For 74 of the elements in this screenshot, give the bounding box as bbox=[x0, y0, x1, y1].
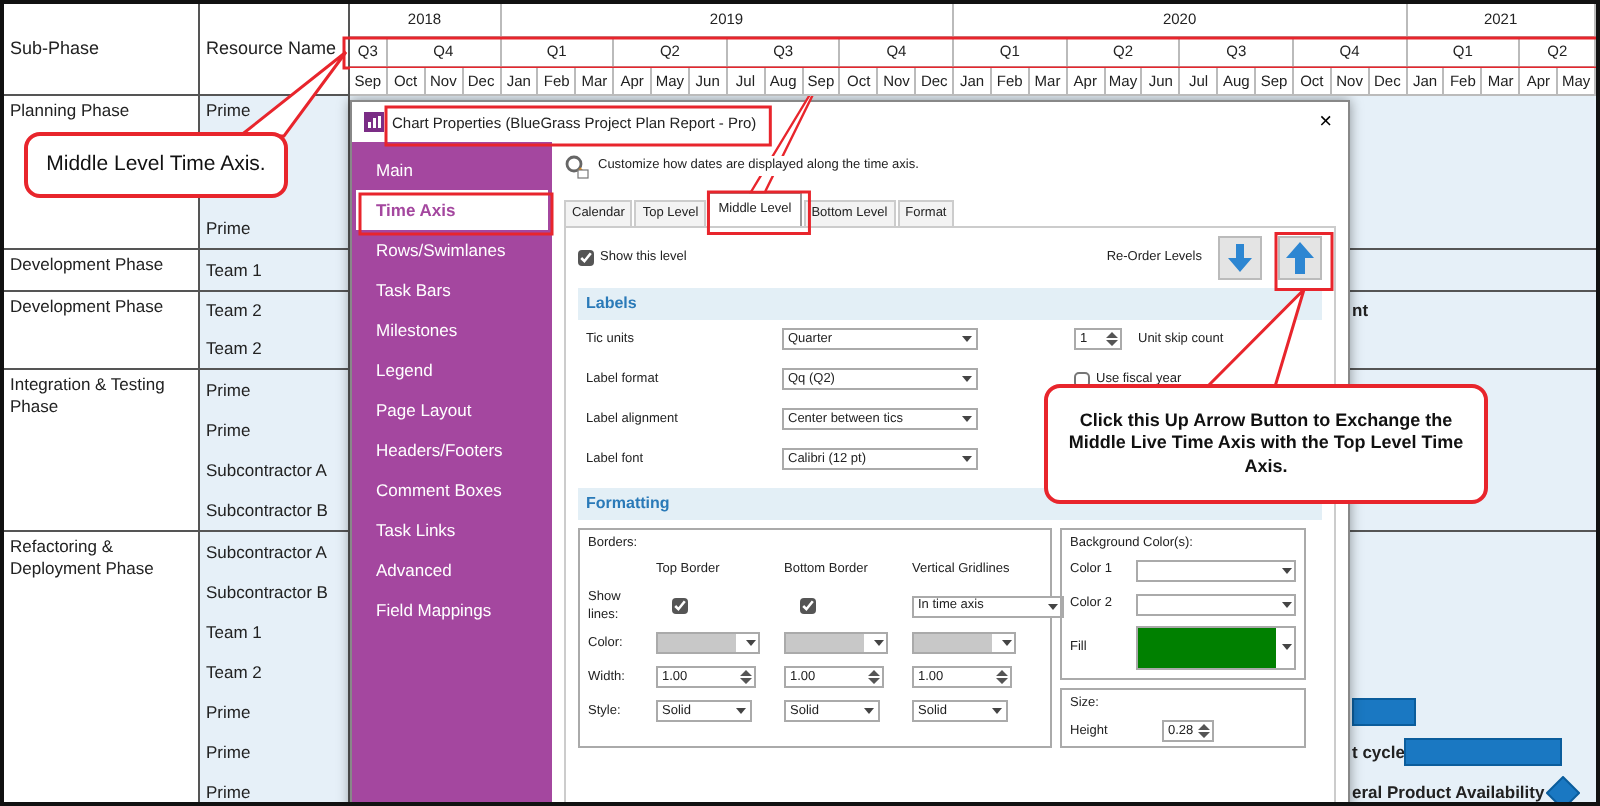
color-dropdown[interactable] bbox=[656, 632, 760, 654]
milestone-diamond-icon bbox=[1546, 775, 1581, 802]
spinner-arrows-icon bbox=[1198, 722, 1210, 741]
spinner-arrows-icon bbox=[740, 668, 752, 686]
caret-icon bbox=[992, 708, 1002, 714]
resource-name: Prime bbox=[206, 377, 251, 403]
sidebar-item[interactable]: Legend bbox=[356, 350, 548, 390]
close-button[interactable]: × bbox=[1315, 111, 1336, 133]
caret-icon bbox=[1048, 603, 1058, 610]
sidebar-item[interactable]: Page Layout bbox=[356, 390, 548, 430]
sidebar-item[interactable]: Advanced bbox=[356, 550, 548, 590]
resource-name: Prime bbox=[206, 699, 251, 725]
resource-name: Team 2 bbox=[206, 298, 262, 324]
color-dropdown[interactable] bbox=[784, 632, 888, 654]
sidebar-item[interactable]: Main bbox=[356, 150, 548, 190]
color-dropdown[interactable] bbox=[1136, 593, 1296, 615]
color-dropdown[interactable] bbox=[912, 632, 1016, 654]
move-up-button[interactable] bbox=[1278, 235, 1322, 280]
section-header: Labels bbox=[578, 287, 1322, 320]
task-bar bbox=[1352, 698, 1416, 726]
spinner-arrows-icon bbox=[996, 668, 1008, 686]
caret-icon bbox=[736, 708, 746, 714]
caret-icon bbox=[874, 640, 884, 646]
caret-icon bbox=[962, 416, 972, 423]
caret-icon bbox=[1282, 644, 1292, 650]
resource-name: Prime bbox=[206, 779, 251, 802]
column-header: Sub-Phase bbox=[4, 4, 200, 96]
sidebar-item[interactable]: Rows/Swimlanes bbox=[356, 230, 548, 270]
sidebar-item[interactable]: Field Mappings bbox=[356, 590, 548, 630]
task-label: eral Product Availability bbox=[1352, 779, 1545, 802]
sidebar-item[interactable]: Comment Boxes bbox=[356, 470, 548, 510]
task-label: nt bbox=[1352, 298, 1369, 324]
sidebar-item[interactable]: Task Links bbox=[356, 510, 548, 550]
caret-icon bbox=[746, 640, 756, 646]
color-dropdown[interactable] bbox=[1136, 559, 1296, 581]
highlight-frame bbox=[1274, 232, 1334, 291]
checkbox[interactable] bbox=[672, 598, 688, 615]
chart-icon bbox=[364, 112, 384, 132]
up-arrow-icon bbox=[1286, 241, 1314, 274]
resource-name: Team 2 bbox=[206, 336, 262, 362]
resource-name: Team 1 bbox=[206, 619, 262, 645]
checkbox[interactable] bbox=[800, 598, 816, 615]
sidebar-item[interactable]: Milestones bbox=[356, 310, 548, 350]
resource-name: Prime bbox=[206, 98, 251, 124]
highlight-frame bbox=[706, 190, 811, 235]
callout-note: Middle Level Time Axis. bbox=[24, 132, 288, 198]
spinner-arrows-icon bbox=[868, 668, 880, 686]
down-arrow-icon bbox=[1228, 243, 1252, 272]
caret-icon bbox=[1282, 601, 1292, 607]
move-down-button[interactable] bbox=[1218, 235, 1262, 280]
sidebar-item[interactable]: Task Bars bbox=[356, 270, 548, 310]
resource-name: Team 2 bbox=[206, 659, 262, 685]
resource-name: Subcontractor A bbox=[206, 539, 327, 565]
caret-icon bbox=[1002, 640, 1012, 646]
resource-name: Subcontractor B bbox=[206, 579, 328, 605]
caret-icon bbox=[962, 456, 972, 463]
resource-name: Prime bbox=[206, 417, 251, 443]
resource-name: Subcontractor B bbox=[206, 497, 328, 523]
resource-name: Prime bbox=[206, 739, 251, 765]
resource-name: Team 1 bbox=[206, 257, 262, 283]
color-dropdown[interactable] bbox=[1136, 625, 1296, 669]
task-label: t cycle bbox=[1352, 739, 1405, 765]
caret-icon bbox=[864, 708, 874, 714]
caret-icon bbox=[962, 336, 972, 343]
caret-icon bbox=[962, 376, 972, 383]
checkbox[interactable] bbox=[1074, 371, 1090, 388]
resource-name: Subcontractor A bbox=[206, 457, 327, 483]
caret-icon bbox=[1282, 567, 1292, 573]
magnifier-icon bbox=[564, 153, 590, 179]
resource-name: Prime bbox=[206, 216, 251, 242]
checkbox[interactable] bbox=[578, 249, 594, 266]
sidebar-item[interactable]: Time Axis bbox=[356, 190, 548, 230]
spinner-arrows-icon bbox=[1106, 330, 1118, 349]
sidebar-item[interactable]: Headers/Footers bbox=[356, 430, 548, 470]
